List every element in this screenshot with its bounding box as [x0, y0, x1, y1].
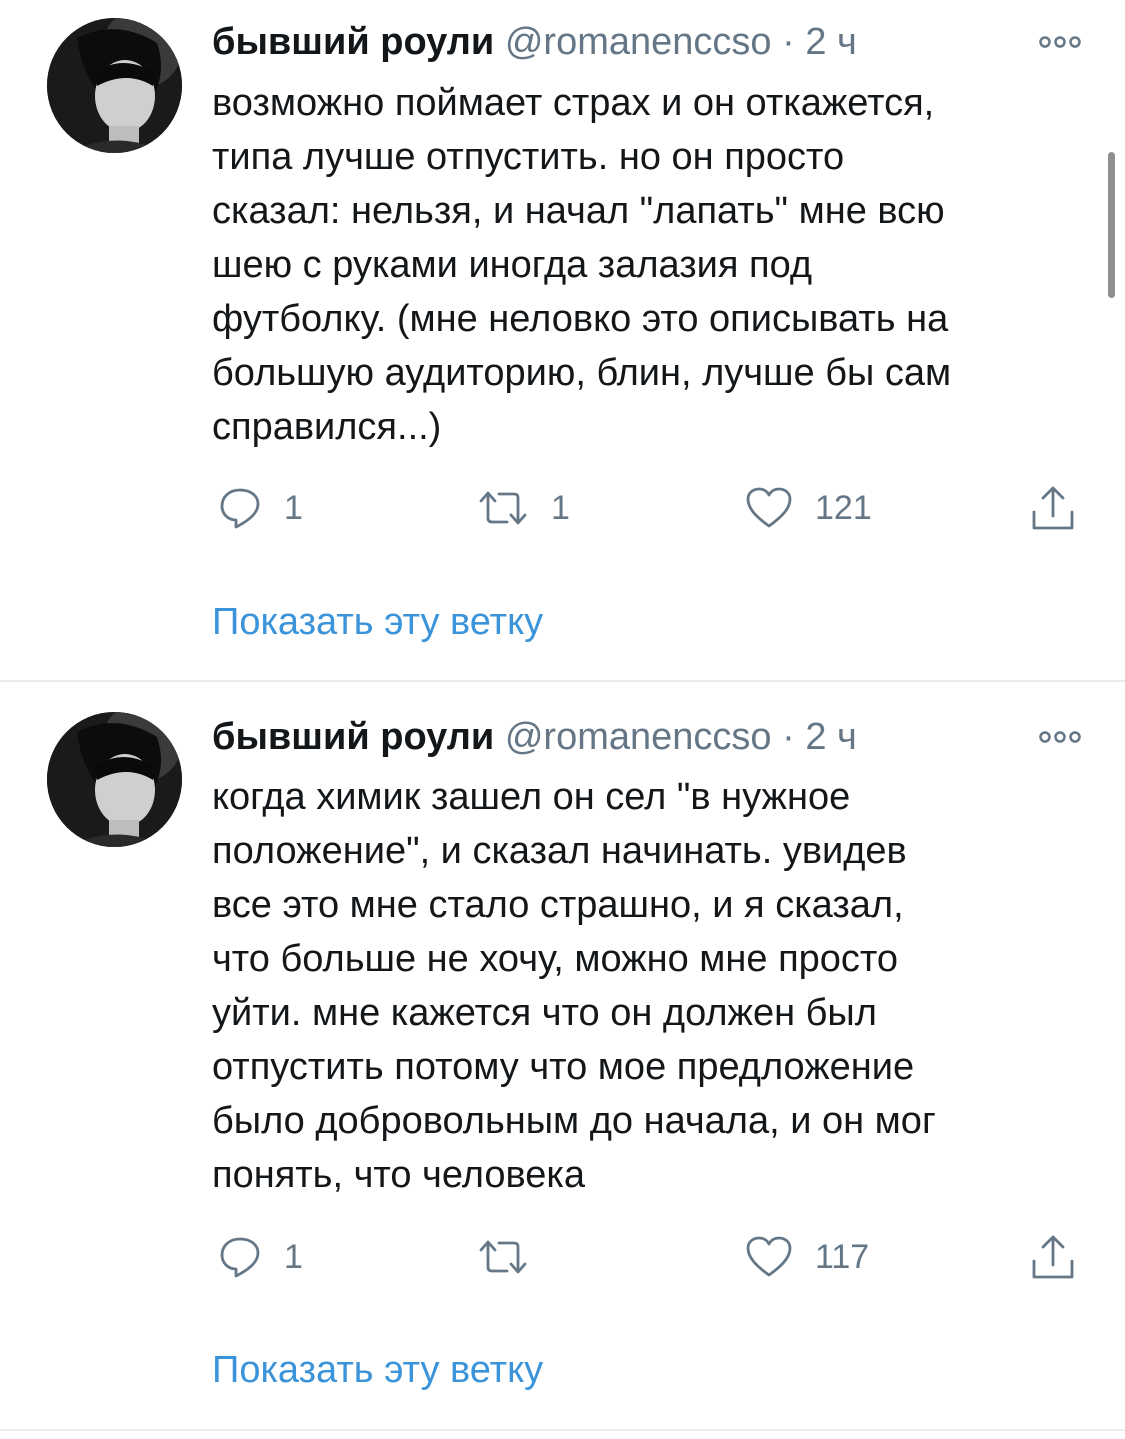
separator-dot: ·: [782, 716, 795, 758]
avatar[interactable]: [47, 18, 182, 153]
tweet-text-line: отпустить потому что мое предложение: [212, 1046, 915, 1088]
display-name[interactable]: бывший роули: [212, 716, 494, 758]
username[interactable]: @romanenccso: [505, 716, 772, 758]
divider: [0, 680, 1125, 682]
tweet-text-line: все это мне стало страшно, и я сказал,: [212, 884, 904, 926]
timestamp[interactable]: 2 ч: [805, 21, 857, 63]
retweet-count: 1: [551, 488, 570, 527]
retweet-button[interactable]: [477, 1227, 551, 1287]
reply-count: 1: [284, 1237, 303, 1276]
tweet-text-line: уйти. мне кажется что он должен был: [212, 992, 877, 1034]
share-icon: [1032, 1235, 1074, 1279]
display-name[interactable]: бывший роули: [212, 21, 494, 63]
divider: [0, 1429, 1125, 1431]
tweet-actions: 1 117: [212, 1227, 1092, 1287]
show-thread-link[interactable]: Показать эту ветку: [212, 597, 543, 647]
heart-icon: [746, 1236, 792, 1277]
share-button[interactable]: [1030, 478, 1076, 538]
show-thread-link[interactable]: Показать эту ветку: [212, 1345, 543, 1395]
more-icon[interactable]: [1035, 718, 1085, 748]
tweet-text-line: шею с руками иногда залазия под: [212, 244, 813, 286]
like-count: 121: [815, 488, 872, 527]
like-count: 117: [815, 1237, 870, 1276]
tweet-text-line: понять, что человека: [212, 1154, 585, 1196]
like-button[interactable]: 121: [745, 478, 872, 538]
tweet-text-line: типа лучше отпустить. но он просто: [212, 136, 845, 178]
tweet-text: возможно поймает страх и он откажется, т…: [212, 76, 1092, 454]
scrollbar[interactable]: [1108, 152, 1115, 298]
tweet-text-line: было добровольным до начала, и он мог: [212, 1100, 936, 1142]
tweet-text-line: футболку. (мне неловко это описывать на: [212, 298, 949, 340]
tweet-header: бывший роули @romanenccso · 2 ч: [212, 712, 1085, 762]
retweet-icon: [479, 1240, 527, 1274]
tweet-header: бывший роули @romanenccso · 2 ч: [212, 17, 1085, 67]
share-button[interactable]: [1030, 1227, 1076, 1287]
tweet-actions: 1 1 121: [212, 478, 1092, 538]
tweet-text-line: возможно поймает страх и он откажется,: [212, 82, 935, 124]
retweet-button[interactable]: 1: [477, 478, 570, 538]
tweet-text-line: большую аудиторию, блин, лучше бы сам: [212, 352, 952, 394]
avatar[interactable]: [47, 712, 182, 847]
reply-icon: [220, 1237, 260, 1278]
like-button[interactable]: 117: [745, 1227, 869, 1287]
reply-count: 1: [284, 488, 303, 527]
more-icon[interactable]: [1035, 23, 1085, 53]
tweet-text-line: сказал: нельзя, и начал "лапать" мне всю: [212, 190, 945, 232]
username[interactable]: @romanenccso: [505, 21, 772, 63]
reply-button[interactable]: 1: [218, 1227, 303, 1287]
share-icon: [1032, 486, 1074, 530]
heart-icon: [746, 487, 792, 528]
timestamp[interactable]: 2 ч: [805, 716, 857, 758]
tweet-text-line: когда химик зашел он сел "в нужное: [212, 776, 851, 818]
tweet-text-line: справился...): [212, 406, 442, 448]
tweet-text: когда химик зашел он сел "в нужное полож…: [212, 770, 1092, 1202]
separator-dot: ·: [782, 21, 795, 63]
reply-button[interactable]: 1: [218, 478, 303, 538]
tweet-text-line: что больше не хочу, можно мне просто: [212, 938, 899, 980]
tweet-text-line: положение", и сказал начинать. увидев: [212, 830, 907, 872]
retweet-icon: [479, 491, 527, 525]
reply-icon: [220, 488, 260, 529]
